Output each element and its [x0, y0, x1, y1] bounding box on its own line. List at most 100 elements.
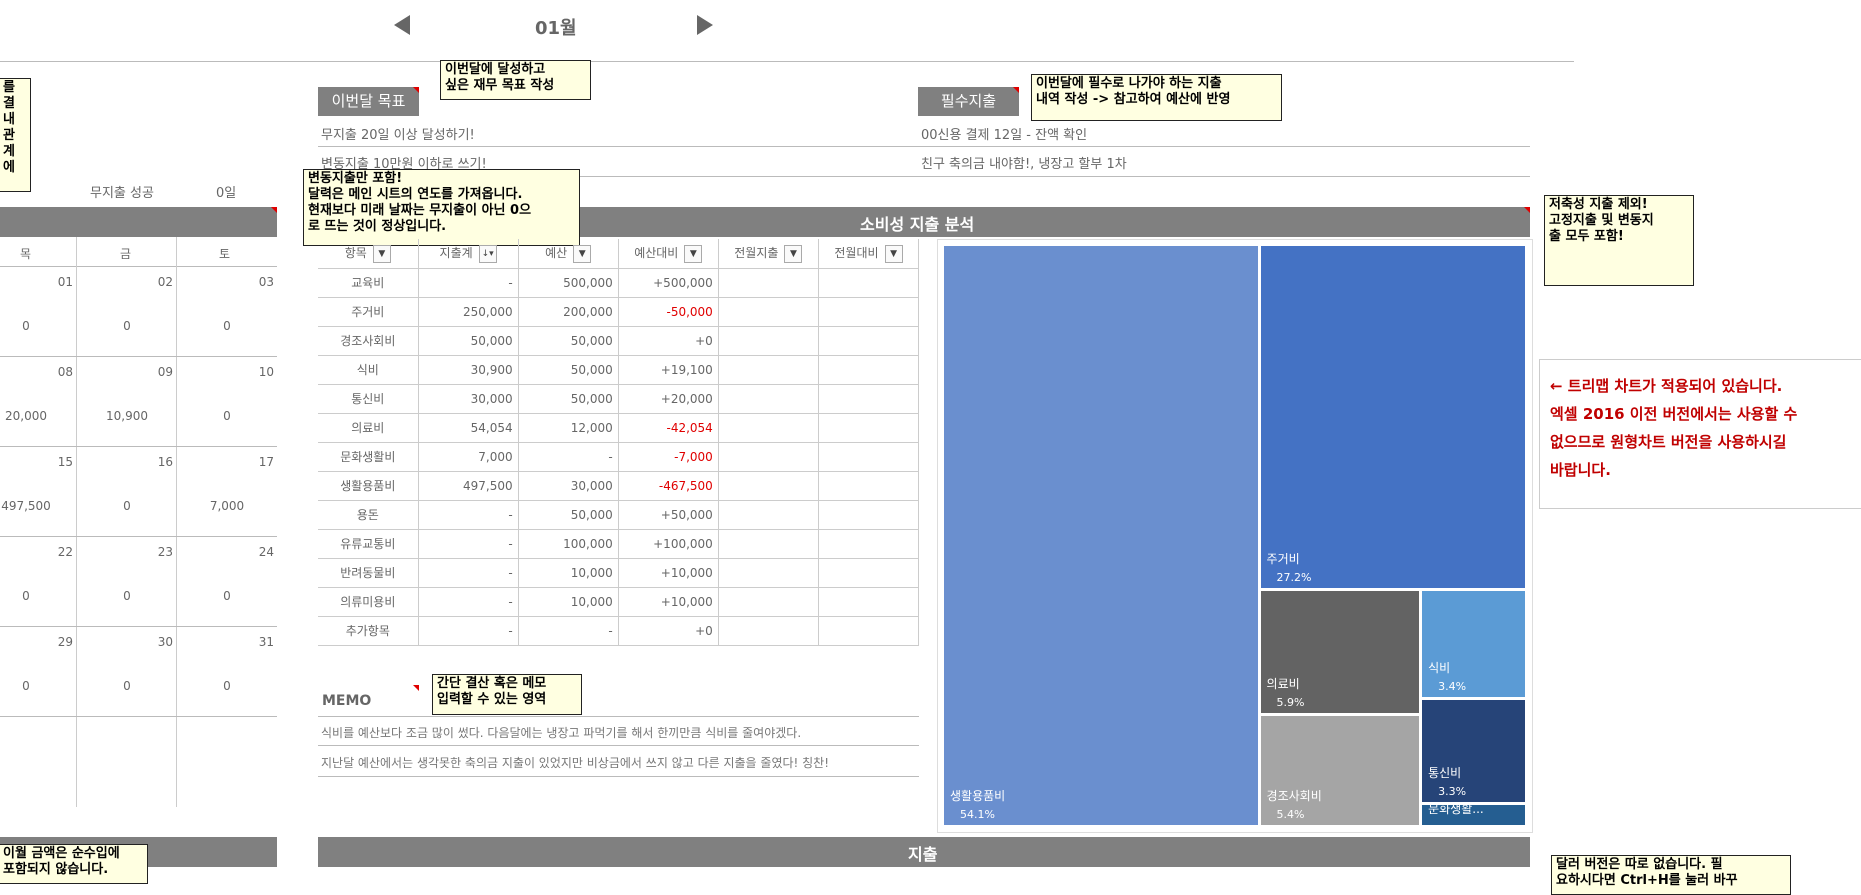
budget-cell-diff[interactable]: +50,000 [618, 500, 719, 530]
budget-cell-item[interactable]: 경조사회비 [318, 326, 419, 356]
filter-dropdown-icon[interactable]: ▼ [784, 244, 803, 263]
col-header-item[interactable]: 항목 ▼ [318, 239, 419, 269]
budget-cell-empty[interactable] [718, 297, 819, 327]
budget-cell-budget[interactable]: - [518, 442, 619, 472]
budget-cell-empty[interactable] [818, 587, 920, 617]
budget-cell-spent[interactable]: 30,000 [418, 384, 519, 414]
budget-cell-budget[interactable]: 30,000 [518, 471, 619, 501]
budget-cell-spent[interactable]: 7,000 [418, 442, 519, 472]
budget-cell-diff[interactable]: +0 [618, 326, 719, 356]
filter-dropdown-icon[interactable]: ▼ [684, 244, 703, 263]
treemap-tile[interactable]: 의료비 5.9% [1260, 590, 1420, 713]
budget-cell-item[interactable]: 문화생활비 [318, 442, 419, 472]
budget-cell-empty[interactable] [718, 471, 819, 501]
budget-cell-empty[interactable] [818, 500, 920, 530]
budget-cell-empty[interactable] [718, 616, 819, 646]
treemap-tile[interactable]: 식비 3.4% [1422, 590, 1525, 697]
budget-cell-empty[interactable] [718, 413, 819, 443]
budget-cell-item[interactable]: 반려동물비 [318, 558, 419, 588]
budget-cell-empty[interactable] [818, 442, 920, 472]
budget-cell-empty[interactable] [718, 558, 819, 588]
budget-cell-item[interactable]: 생활용품비 [318, 471, 419, 501]
budget-cell-diff[interactable]: +19,100 [618, 355, 719, 385]
budget-cell-budget[interactable]: 50,000 [518, 355, 619, 385]
budget-cell-diff[interactable]: +10,000 [618, 558, 719, 588]
budget-cell-empty[interactable] [818, 471, 920, 501]
budget-cell-diff[interactable]: -7,000 [618, 442, 719, 472]
filter-dropdown-icon[interactable]: ▼ [372, 244, 391, 263]
budget-cell-empty[interactable] [818, 297, 920, 327]
budget-cell-diff[interactable]: +20,000 [618, 384, 719, 414]
col-header-prev-diff[interactable]: 전월대비 ▼ [818, 239, 920, 269]
budget-cell-empty[interactable] [718, 442, 819, 472]
col-header-diff[interactable]: 예산대비 ▼ [618, 239, 719, 269]
budget-cell-spent[interactable]: 50,000 [418, 326, 519, 356]
budget-cell-empty[interactable] [718, 500, 819, 530]
col-header-spent[interactable]: 지출계 ↓▾ [418, 239, 519, 269]
budget-cell-budget[interactable]: 50,000 [518, 500, 619, 530]
budget-cell-budget[interactable]: 50,000 [518, 326, 619, 356]
budget-cell-empty[interactable] [818, 268, 920, 298]
budget-cell-budget[interactable]: 10,000 [518, 587, 619, 617]
budget-cell-diff[interactable]: -42,054 [618, 413, 719, 443]
budget-cell-item[interactable]: 교육비 [318, 268, 419, 298]
budget-cell-empty[interactable] [718, 355, 819, 385]
budget-cell-empty[interactable] [818, 558, 920, 588]
treemap-tile[interactable]: 문화생활... [1422, 802, 1525, 825]
budget-cell-empty[interactable] [818, 355, 920, 385]
budget-cell-item[interactable]: 주거비 [318, 297, 419, 327]
budget-cell-spent[interactable]: 497,500 [418, 471, 519, 501]
budget-cell-spent[interactable]: 250,000 [418, 297, 519, 327]
budget-cell-empty[interactable] [818, 529, 920, 559]
filter-dropdown-icon[interactable]: ▼ [884, 244, 903, 263]
treemap-chart[interactable]: 생활용품비 54.1% 주거비 27.2% 의료비 5.9% 경조사회비 5.4% 식비 3.4%… [937, 239, 1533, 833]
budget-cell-spent[interactable]: - [418, 616, 519, 646]
budget-cell-empty[interactable] [818, 413, 920, 443]
budget-cell-budget[interactable]: 12,000 [518, 413, 619, 443]
sort-dropdown-icon[interactable]: ↓▾ [478, 244, 497, 263]
budget-cell-spent[interactable]: - [418, 268, 519, 298]
budget-cell-item[interactable]: 용돈 [318, 500, 419, 530]
budget-cell-item[interactable]: 의료비 [318, 413, 419, 443]
budget-cell-item[interactable]: 추가항목 [318, 616, 419, 646]
budget-cell-budget[interactable]: 10,000 [518, 558, 619, 588]
budget-cell-empty[interactable] [818, 326, 920, 356]
col-header-budget[interactable]: 예산 ▼ [518, 239, 619, 269]
budget-cell-item[interactable]: 의류미용비 [318, 587, 419, 617]
budget-cell-diff[interactable]: -467,500 [618, 471, 719, 501]
budget-cell-empty[interactable] [718, 529, 819, 559]
budget-cell-empty[interactable] [818, 616, 920, 646]
budget-cell-diff[interactable]: +500,000 [618, 268, 719, 298]
prev-month-arrow[interactable] [394, 15, 410, 35]
col-header-prev-spent[interactable]: 전월지출 ▼ [718, 239, 819, 269]
budget-cell-empty[interactable] [718, 326, 819, 356]
budget-cell-diff[interactable]: -50,000 [618, 297, 719, 327]
budget-cell-budget[interactable]: 100,000 [518, 529, 619, 559]
treemap-tile[interactable]: 생활용품비 54.1% [944, 246, 1258, 825]
budget-cell-diff[interactable]: +0 [618, 616, 719, 646]
next-month-arrow[interactable] [697, 15, 713, 35]
budget-cell-item[interactable]: 식비 [318, 355, 419, 385]
memo-line-text[interactable]: 식비를 예산보다 조금 많이 썼다. 다음달에는 냉장고 파먹기를 해서 한끼만… [321, 724, 801, 741]
budget-cell-diff[interactable]: +100,000 [618, 529, 719, 559]
budget-cell-empty[interactable] [718, 384, 819, 414]
budget-cell-diff[interactable]: +10,000 [618, 587, 719, 617]
filter-dropdown-icon[interactable]: ▼ [573, 244, 592, 263]
treemap-tile[interactable]: 주거비 27.2% [1260, 246, 1525, 588]
budget-cell-spent[interactable]: - [418, 587, 519, 617]
treemap-tile[interactable]: 경조사회비 5.4% [1260, 715, 1420, 825]
budget-cell-budget[interactable]: 50,000 [518, 384, 619, 414]
budget-cell-empty[interactable] [718, 587, 819, 617]
budget-cell-budget[interactable]: - [518, 616, 619, 646]
budget-cell-budget[interactable]: 200,000 [518, 297, 619, 327]
memo-line-text[interactable]: 지난달 예산에서는 생각못한 축의금 지출이 있었지만 비상금에서 쓰지 않고 … [321, 754, 829, 771]
budget-cell-empty[interactable] [718, 268, 819, 298]
budget-cell-spent[interactable]: - [418, 558, 519, 588]
budget-cell-spent[interactable]: - [418, 500, 519, 530]
budget-cell-empty[interactable] [818, 384, 920, 414]
budget-cell-spent[interactable]: 54,054 [418, 413, 519, 443]
treemap-tile[interactable]: 통신비 3.3% [1422, 699, 1525, 802]
budget-cell-item[interactable]: 통신비 [318, 384, 419, 414]
budget-cell-item[interactable]: 유류교통비 [318, 529, 419, 559]
budget-cell-spent[interactable]: 30,900 [418, 355, 519, 385]
